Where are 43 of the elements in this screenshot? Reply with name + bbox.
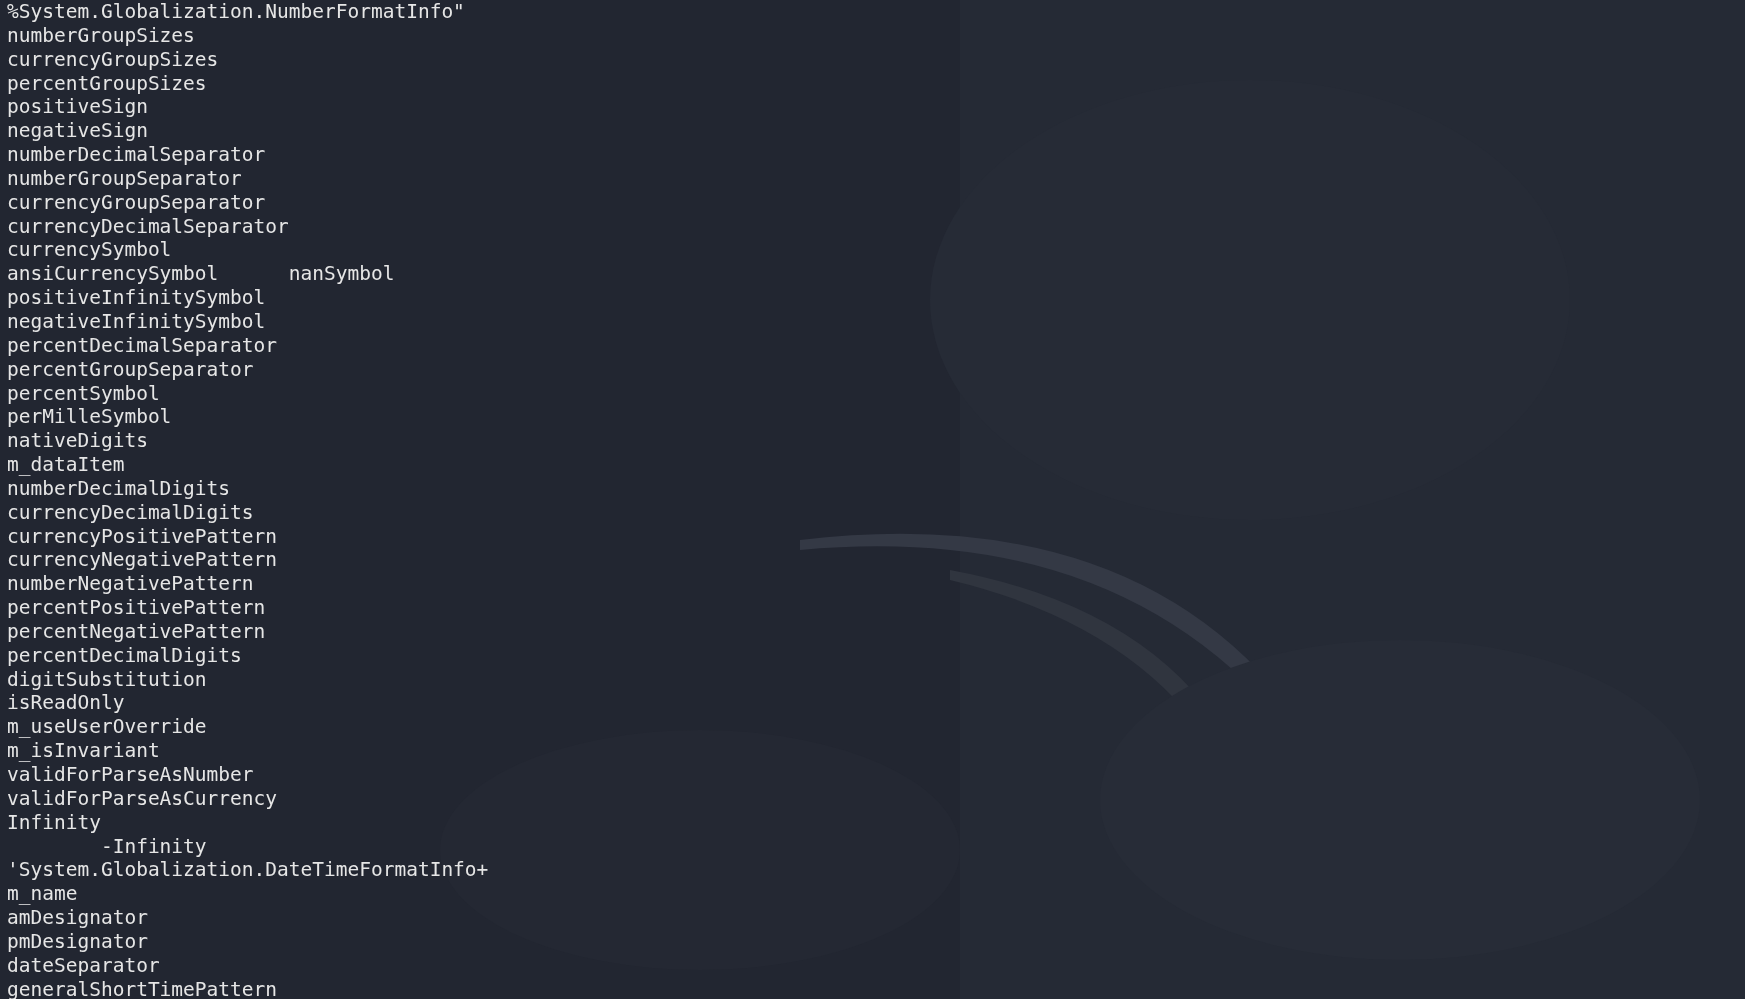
- terminal-text: negativeSign: [7, 119, 148, 143]
- terminal-text: validForParseAsNumber: [7, 763, 254, 786]
- terminal-text: percentGroupSizes: [7, 71, 207, 95]
- terminal-text: numberGroupSizes: [7, 23, 195, 47]
- terminal-text: currencySymbol: [7, 238, 172, 262]
- terminal-text: %System.Globalization.NumberFormatInfo": [7, 0, 465, 23]
- terminal-text: dateSeparator: [7, 953, 160, 977]
- terminal-text: percentGroupSeparator: [7, 357, 254, 381]
- terminal-text: percentSymbol: [7, 381, 160, 405]
- terminal-text: currencyDecimalSeparator: [7, 214, 289, 238]
- terminal-text: currencyGroupSizes: [7, 47, 219, 71]
- terminal-text: isReadOnly: [7, 691, 125, 715]
- terminal-text: percentDecimalDigits: [7, 643, 242, 667]
- terminal-text: percentPositivePattern: [7, 596, 266, 620]
- terminal-text: nanSymbol: [288, 262, 395, 286]
- terminal-text: m_isInvariant: [7, 739, 160, 763]
- terminal-text: currencyNegativePattern: [7, 548, 278, 572]
- terminal-text: -Infinity: [100, 834, 207, 858]
- terminal-text: negativeInfinitySymbol: [7, 309, 266, 333]
- terminal-text: 'System.Globalization.DateTimeFormatInfo+: [7, 858, 489, 882]
- terminal-text: currencyGroupSeparator: [7, 190, 266, 214]
- terminal-text: positiveSign: [7, 95, 148, 119]
- terminal-text: currencyDecimalDigits: [7, 500, 254, 524]
- terminal-text: currencyPositivePattern: [7, 524, 278, 548]
- terminal-text: numberDecimalSeparator: [7, 143, 266, 167]
- terminal-text: m_name: [7, 882, 78, 906]
- terminal-text: positiveInfinitySymbol: [7, 286, 266, 310]
- terminal-text: perMilleSymbol: [7, 405, 172, 429]
- terminal-text: nativeDigits: [7, 429, 148, 453]
- terminal-text: Infinity: [7, 810, 101, 834]
- terminal-text: m_useUserOverride: [7, 715, 207, 739]
- terminal-text: percentNegativePattern: [7, 619, 266, 643]
- terminal-text: m_dataItem: [7, 453, 125, 477]
- terminal-text: numberDecimalDigits: [7, 476, 231, 500]
- terminal-text: digitSubstitution: [7, 667, 207, 691]
- terminal-text: percentDecimalSeparator: [7, 333, 278, 357]
- terminal-text: numberGroupSeparator: [7, 166, 242, 190]
- terminal-text: pmDesignator: [7, 929, 148, 953]
- terminal-text: validForParseAsCurrency: [7, 786, 278, 810]
- terminal-text: ansiCurrencySymbol: [7, 262, 219, 286]
- terminal-text: amDesignator: [7, 906, 148, 930]
- terminal-text: numberNegativePattern: [7, 572, 254, 596]
- terminal-text: generalShortTimePattern: [7, 977, 278, 999]
